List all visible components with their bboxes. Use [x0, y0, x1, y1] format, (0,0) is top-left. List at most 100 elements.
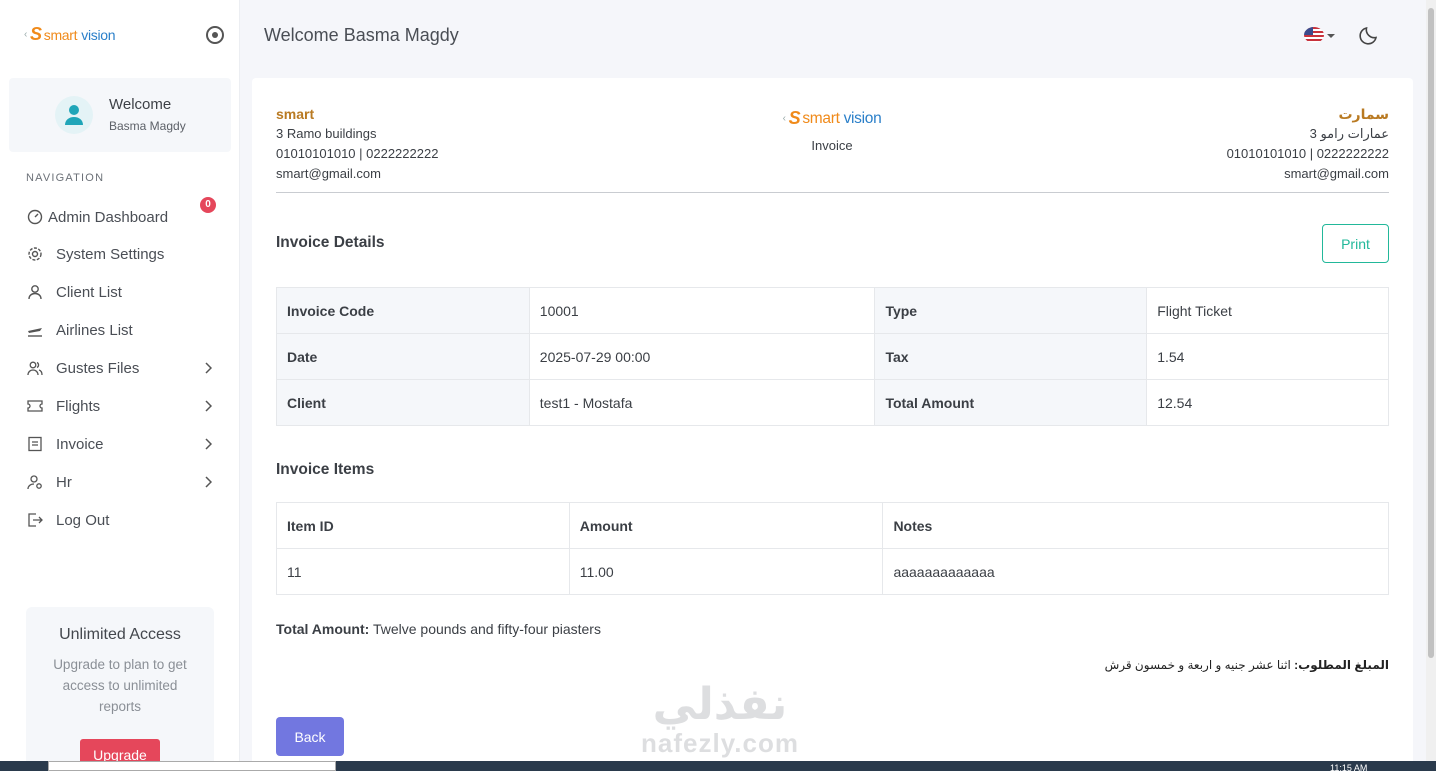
brand-logo[interactable]: ‹ S smart vision: [24, 24, 224, 45]
arabic-total-label: المبلغ المطلوب:: [1294, 658, 1389, 672]
logo-word-vision: vision: [81, 26, 116, 43]
table-row: Invoice Code 10001 Type Flight Ticket: [276, 287, 1389, 334]
detail-value: Flight Ticket: [1146, 287, 1389, 334]
watermark: نفذلي nafezly.com: [630, 680, 810, 771]
sidebar-item-system-settings[interactable]: System Settings: [26, 242, 216, 266]
table-cell: aaaaaaaaaaaaa: [882, 548, 1389, 595]
us-flag-icon[interactable]: [1304, 27, 1324, 43]
company-name: smart: [276, 106, 315, 122]
taskbar-clock: 11:15 AM: [1330, 763, 1368, 771]
invoice-label: Invoice: [811, 138, 853, 153]
invoice-icon: [26, 435, 44, 453]
sidebar-item-airlines-list[interactable]: Airlines List: [26, 318, 216, 342]
upgrade-description: Upgrade to plan to get access to unlimit…: [53, 657, 187, 714]
company-email: smart@gmail.com: [276, 166, 381, 181]
gear-icon: [26, 245, 44, 263]
sidebar-item-label: Client List: [56, 283, 122, 301]
logo-mark-icon: S: [788, 108, 801, 128]
sidebar-item-label: System Settings: [56, 245, 165, 263]
chevron-right-icon: [204, 399, 213, 416]
company-address-arabic: عمارات رامو 3: [1309, 126, 1389, 141]
table-row: Date 2025-07-29 00:00 Tax 1.54: [276, 333, 1389, 380]
sidebar-item-gustes-files[interactable]: Gustes Files: [26, 356, 216, 380]
total-amount-text: Twelve pounds and fifty-four piasters: [372, 621, 601, 637]
invoice-header-logo: ‹ S smart vision Invoice: [772, 108, 892, 153]
detail-key: Type: [874, 287, 1148, 334]
logo-word-vision: vision: [843, 109, 882, 127]
ticket-icon: [26, 397, 44, 415]
total-amount-words: Total Amount: Twelve pounds and fifty-fo…: [276, 621, 601, 637]
moon-icon[interactable]: [1358, 24, 1380, 51]
sidebar-item-admin-dashboard[interactable]: Admin Dashboard 0: [26, 197, 216, 229]
company-name-arabic: سمارت: [1338, 106, 1389, 122]
watermark-latin: nafezly.com: [641, 728, 799, 758]
user-icon: [26, 283, 44, 301]
upgrade-title: Unlimited Access: [59, 626, 181, 643]
invoice-items-table: Item ID Amount Notes 11 11.00 aaaaaaaaaa…: [276, 502, 1389, 595]
welcome-label: Welcome: [109, 96, 172, 113]
hr-icon: [26, 473, 44, 491]
table-row: Client test1 - Mostafa Total Amount 12.5…: [276, 379, 1389, 426]
table-header-row: Item ID Amount Notes: [276, 502, 1389, 549]
company-email: smart@gmail.com: [1284, 166, 1389, 181]
detail-key: Total Amount: [874, 379, 1148, 426]
upgrade-card: Unlimited Access Upgrade to plan to get …: [26, 607, 214, 771]
invoice-card: smart 3 Ramo buildings 01010101010 | 022…: [252, 78, 1413, 771]
language-dropdown-caret-icon[interactable]: [1327, 34, 1335, 38]
taskbar-search-box[interactable]: [48, 761, 336, 771]
users-icon: [26, 359, 44, 377]
invoice-details-table: Invoice Code 10001 Type Flight Ticket Da…: [276, 287, 1389, 426]
avatar: [55, 96, 93, 134]
dashboard-icon: [26, 208, 44, 226]
table-cell: 11: [276, 548, 570, 595]
sidebar-item-log-out[interactable]: Log Out: [26, 508, 216, 532]
os-taskbar: 11:15 AM: [0, 761, 1436, 771]
chevron-right-icon: [204, 475, 213, 492]
sidebar-item-flights[interactable]: Flights: [26, 394, 216, 418]
logo-mark-icon: S: [30, 24, 42, 44]
divider: [276, 192, 1389, 193]
user-avatar-icon: [65, 105, 83, 125]
company-phones: 01010101010 | 0222222222: [1226, 146, 1389, 161]
sidebar-item-label: Log Out: [56, 511, 110, 529]
scrollbar-thumb[interactable]: [1428, 8, 1434, 658]
page-title: Welcome Basma Magdy: [264, 25, 459, 45]
arabic-total-text: اثنا عشر جنيه و اربعة و خمسون قرش: [1104, 658, 1291, 672]
notification-badge: 0: [200, 197, 216, 213]
back-button[interactable]: Back: [276, 717, 344, 756]
sidebar-item-hr[interactable]: Hr: [26, 470, 216, 494]
total-amount-label: Total Amount:: [276, 621, 370, 637]
sidebar-item-label: Hr: [56, 473, 72, 491]
sidebar-item-client-list[interactable]: Client List: [26, 280, 216, 304]
user-name: Basma Magdy: [109, 119, 186, 133]
sidebar-item-label: Gustes Files: [56, 359, 140, 377]
chevron-right-icon: [204, 361, 213, 378]
nav-heading: NAVIGATION: [26, 172, 105, 184]
detail-value: 10001: [528, 287, 876, 334]
sidebar-item-label: Airlines List: [56, 321, 133, 339]
invoice-details-title: Invoice Details: [276, 234, 385, 251]
arabic-total-amount: المبلغ المطلوب: اثنا عشر جنيه و اربعة و …: [1105, 658, 1389, 672]
column-header: Item ID: [276, 502, 570, 549]
sidebar-item-invoice[interactable]: Invoice: [26, 432, 216, 456]
page-scrollbar[interactable]: [1426, 0, 1436, 771]
detail-key: Tax: [874, 333, 1148, 380]
user-card: Welcome Basma Magdy: [9, 78, 231, 152]
logo-chevron-icon: ‹: [24, 29, 28, 40]
sidebar-toggle-icon[interactable]: [206, 26, 224, 44]
sidebar-logo-row: ‹ S smart vision: [24, 24, 224, 50]
logo-word-smart: smart: [802, 109, 840, 127]
column-header: Notes: [882, 502, 1389, 549]
print-button[interactable]: Print: [1322, 224, 1389, 263]
sidebar-item-label: Admin Dashboard: [48, 208, 169, 226]
company-address: 3 Ramo buildings: [276, 126, 377, 141]
invoice-items-title: Invoice Items: [276, 461, 375, 478]
table-cell: 11.00: [568, 548, 884, 595]
company-info-left: smart 3 Ramo buildings 01010101010 | 022…: [276, 104, 438, 184]
detail-value: 1.54: [1146, 333, 1389, 380]
detail-key: Client: [276, 379, 530, 426]
detail-value: 2025-07-29 00:00: [528, 333, 876, 380]
detail-value: test1 - Mostafa: [528, 379, 876, 426]
table-row: 11 11.00 aaaaaaaaaaaaa: [276, 548, 1389, 595]
plane-icon: [26, 321, 44, 339]
